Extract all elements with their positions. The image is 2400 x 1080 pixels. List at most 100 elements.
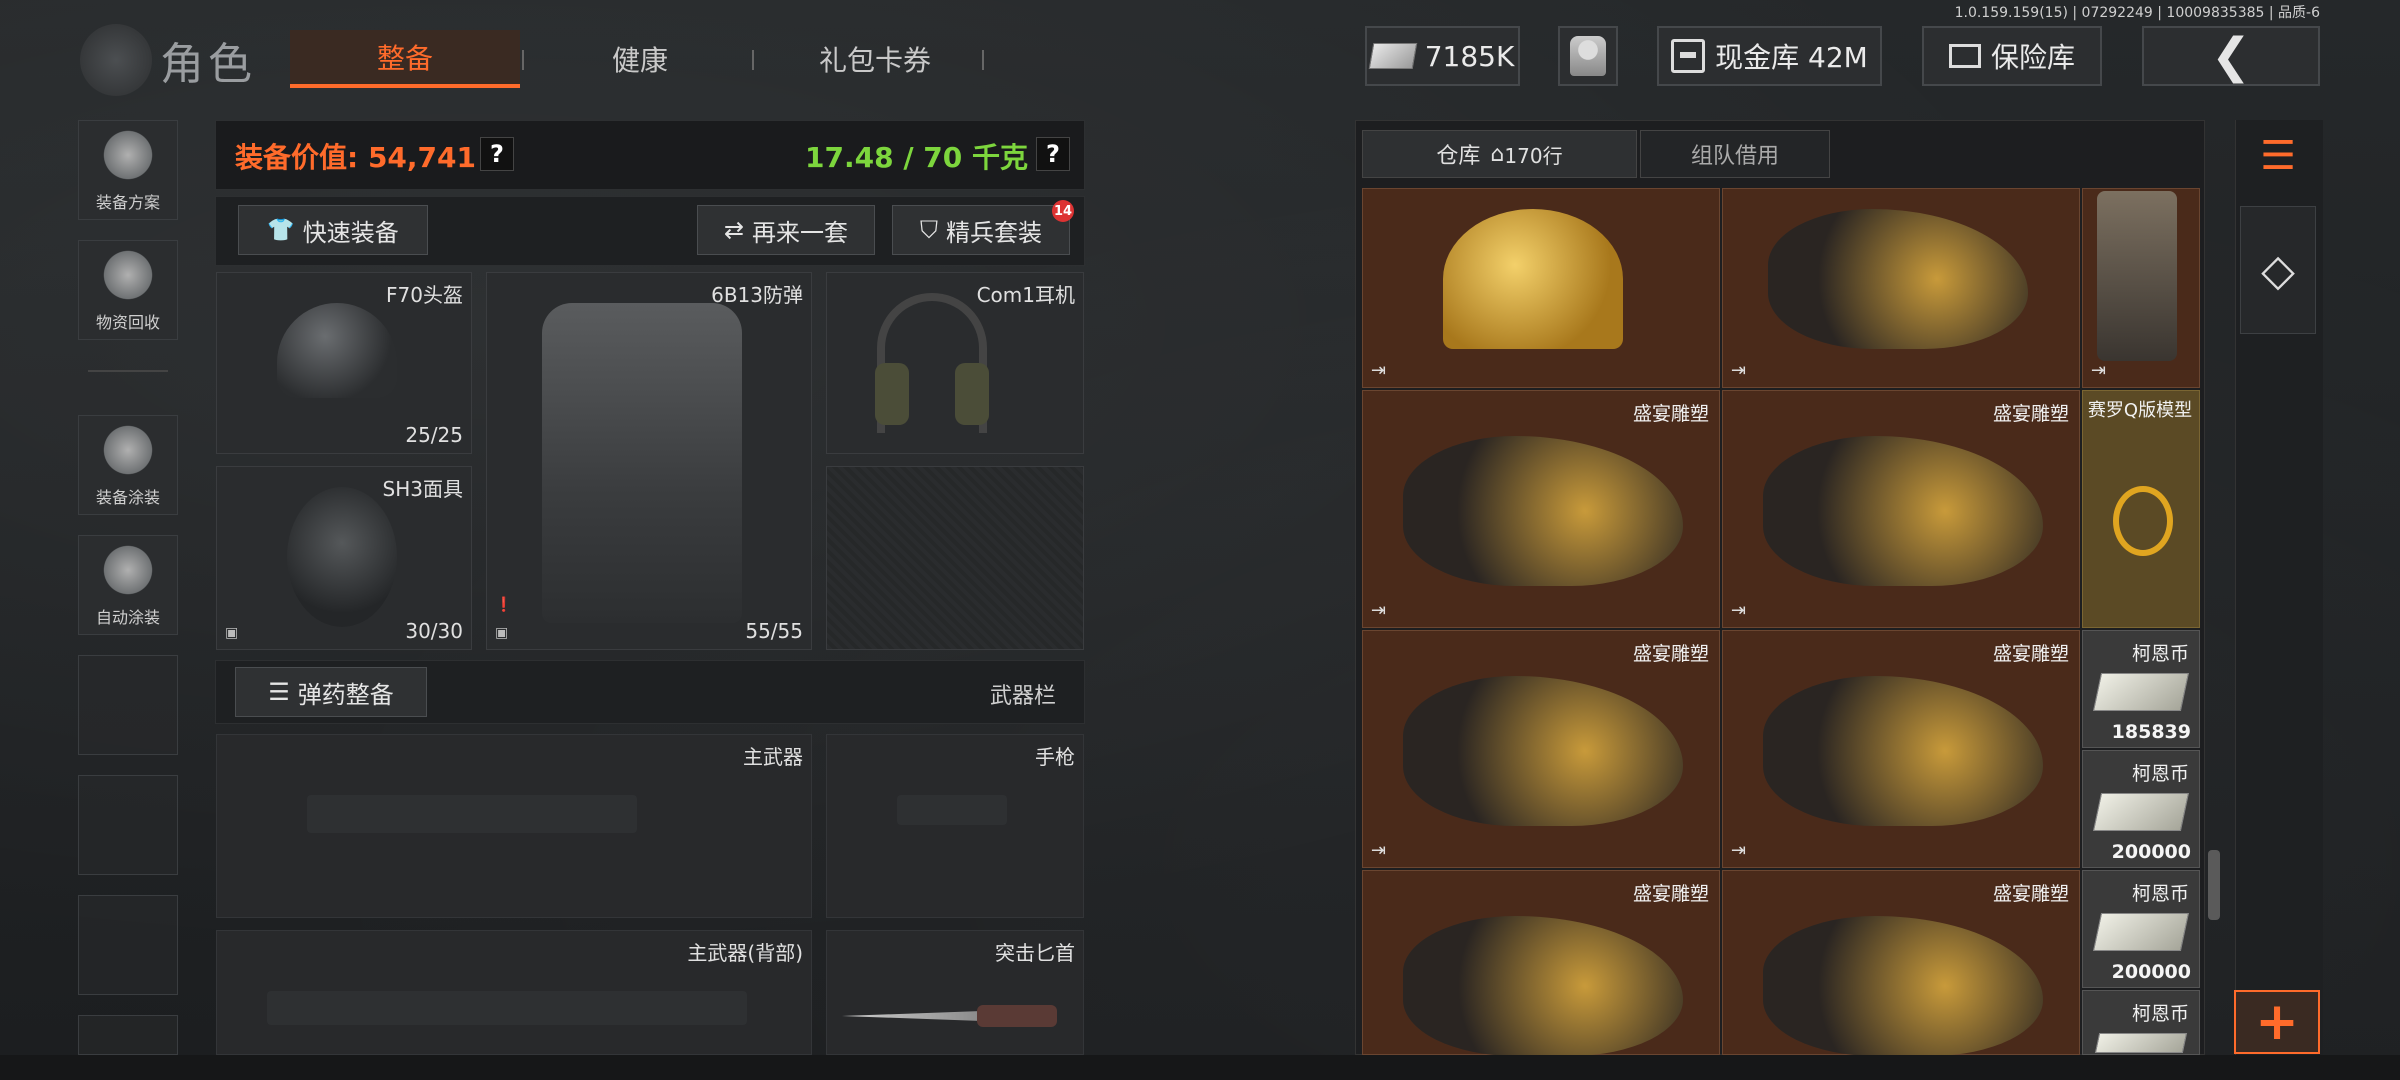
bottom-bar bbox=[0, 1055, 2400, 1080]
ammo-icon: ☰ bbox=[268, 678, 290, 706]
warehouse-item[interactable]: ⇥ bbox=[2082, 188, 2200, 388]
bust-statue-image bbox=[1763, 916, 2043, 1056]
loadout-icon bbox=[100, 127, 156, 183]
box-icon: ▣ bbox=[495, 625, 509, 641]
helmet-name: F70头盔 bbox=[386, 283, 463, 307]
warning-icon: ❗ bbox=[495, 597, 513, 613]
warehouse-item[interactable]: 盛宴雕塑 ⇥ bbox=[1722, 630, 2080, 868]
redo-set-button[interactable]: ⇄ 再来一套 bbox=[697, 205, 875, 255]
warehouse-item[interactable]: 柯恩币 200000 bbox=[2082, 870, 2200, 988]
auto-paint-icon bbox=[100, 542, 156, 598]
sidebar-empty-slot bbox=[78, 775, 178, 875]
item-amount: 185839 bbox=[2111, 721, 2191, 743]
tab-divider bbox=[982, 50, 984, 70]
item-title: 盛宴雕塑 bbox=[1992, 643, 2069, 665]
cash-vault-label: 现金库 42M bbox=[1715, 41, 1868, 74]
equipment-value: 装备价值: 54,741 bbox=[235, 141, 476, 174]
elite-set-button[interactable]: ⛉ 精兵套装 bbox=[892, 205, 1070, 255]
insurance-button[interactable]: 保险库 bbox=[1922, 26, 2102, 86]
elite-set-badge: 14 bbox=[1052, 200, 1074, 222]
rifle-silhouette-icon bbox=[267, 991, 747, 1025]
trader-icon bbox=[1570, 36, 1606, 76]
tab-health[interactable]: 健康 bbox=[530, 30, 750, 88]
tab-gift-cards[interactable]: 礼包卡券 bbox=[760, 30, 990, 88]
exit-icon: ⇥ bbox=[1731, 840, 1747, 861]
rifle-silhouette-icon bbox=[307, 795, 637, 833]
item-title: 盛宴雕塑 bbox=[1992, 403, 2069, 425]
trader-button[interactable] bbox=[1558, 26, 1618, 86]
warehouse-item[interactable]: 盛宴雕塑 ⇥ bbox=[1362, 390, 1720, 628]
item-amount: 200000 bbox=[2111, 961, 2191, 983]
warehouse-item[interactable]: 柯恩币 bbox=[2082, 990, 2200, 1055]
bust-statue-image bbox=[1403, 436, 1683, 586]
quick-equip-button[interactable]: 👕 快速装备 bbox=[238, 205, 428, 255]
item-title: 赛罗Q版模型 bbox=[2087, 400, 2193, 421]
mask-name: SH3面具 bbox=[382, 477, 463, 501]
sidebar-item-auto-paint[interactable]: 自动涂装 bbox=[78, 535, 178, 635]
cash-icon bbox=[1368, 43, 1417, 69]
primary-weapon-slot[interactable]: 主武器 bbox=[216, 734, 812, 918]
cash-stack-image bbox=[2092, 793, 2190, 831]
insurance-icon bbox=[1948, 44, 1981, 68]
earcup-left bbox=[875, 363, 909, 425]
knife-slot[interactable]: 突击匕首 bbox=[826, 930, 1084, 1055]
warehouse-item[interactable]: ⇥ bbox=[1722, 188, 2080, 388]
armor-image bbox=[542, 303, 742, 623]
warehouse-item[interactable]: 盛宴雕塑 bbox=[1362, 870, 1720, 1056]
weapon-bar-label: 武器栏 bbox=[990, 684, 1057, 709]
sidebar-item-loadout[interactable]: 装备方案 bbox=[78, 120, 178, 220]
armor-slot[interactable]: 6B13防弹 ❗ ▣ 55/55 bbox=[486, 272, 812, 650]
exit-icon: ⇥ bbox=[1371, 360, 1387, 381]
headset-slot[interactable]: Com1耳机 bbox=[826, 272, 1084, 454]
sidebar-item-label: 自动涂装 bbox=[95, 608, 160, 627]
layers-button[interactable]: ◇ bbox=[2240, 206, 2316, 334]
item-title: 柯恩币 bbox=[2131, 1003, 2189, 1025]
weight-help-button[interactable]: ? bbox=[1036, 137, 1070, 171]
warehouse-item[interactable]: 盛宴雕塑 ⇥ bbox=[1722, 390, 2080, 628]
warehouse-item[interactable]: ⇥ bbox=[1362, 188, 1720, 388]
warehouse-item[interactable]: 柯恩币 185839 bbox=[2082, 630, 2200, 748]
item-title: 柯恩币 bbox=[2131, 643, 2189, 665]
pistol-slot[interactable]: 手枪 bbox=[826, 734, 1084, 918]
cash-vault-button[interactable]: 现金库 42M bbox=[1657, 26, 1882, 86]
sidebar-item-paint[interactable]: 装备涂装 bbox=[78, 415, 178, 515]
redo-set-label: 再来一套 bbox=[752, 218, 849, 247]
warehouse-item[interactable]: 盛宴雕塑 ⇥ bbox=[1362, 630, 1720, 868]
sort-button[interactable]: ☰ bbox=[2240, 118, 2316, 194]
warehouse-item[interactable]: 柯恩币 200000 bbox=[2082, 750, 2200, 868]
sidebar-empty-slot bbox=[78, 895, 178, 995]
tab-warehouse[interactable]: 仓库 ⌂ 170行 bbox=[1362, 130, 1637, 178]
sidebar-item-label: 装备涂装 bbox=[95, 488, 160, 507]
exit-icon: ⇥ bbox=[1731, 360, 1747, 381]
helmet-slot[interactable]: F70头盔 25/25 bbox=[216, 272, 472, 454]
mask-slot[interactable]: SH3面具 ▣ 30/30 bbox=[216, 466, 472, 650]
exit-icon: ⇥ bbox=[1371, 840, 1387, 861]
earcup-right bbox=[955, 363, 989, 425]
emblem-icon bbox=[80, 24, 152, 96]
recycle-icon bbox=[100, 247, 156, 303]
tab-equip[interactable]: 整备 bbox=[290, 30, 520, 88]
add-button[interactable]: + bbox=[2234, 990, 2320, 1054]
sidebar-item-recycle[interactable]: 物资回收 bbox=[78, 240, 178, 340]
value-help-button[interactable]: ? bbox=[480, 137, 514, 171]
ammo-prep-button[interactable]: ☰ 弹药整备 bbox=[235, 667, 427, 717]
pistol-label: 手枪 bbox=[1035, 745, 1075, 769]
home-icon: ⌂ bbox=[1490, 141, 1505, 167]
back-arrow-icon: ❮ bbox=[2210, 28, 2252, 84]
warehouse-tab-label: 仓库 bbox=[1436, 144, 1481, 169]
warehouse-scrollbar[interactable] bbox=[2208, 850, 2220, 920]
item-title: 盛宴雕塑 bbox=[1632, 403, 1709, 425]
money-amount: 7185K bbox=[1424, 39, 1515, 73]
equipment-weight: 17.48 / 70 千克 bbox=[805, 141, 1029, 174]
warehouse-item[interactable]: 盛宴雕塑 bbox=[1722, 870, 2080, 1056]
box-icon: ▣ bbox=[225, 625, 239, 641]
headset-name: Com1耳机 bbox=[976, 283, 1075, 307]
back-weapon-slot[interactable]: 主武器(背部) bbox=[216, 930, 812, 1055]
tab-team-borrow[interactable]: 组队借用 bbox=[1640, 130, 1830, 178]
back-button[interactable]: ❮ bbox=[2142, 26, 2320, 86]
money-display[interactable]: 7185K bbox=[1365, 26, 1520, 86]
back-weapon-label: 主武器(背部) bbox=[687, 941, 803, 965]
warehouse-item[interactable]: 赛罗Q版模型 bbox=[2082, 390, 2200, 628]
item-title: 盛宴雕塑 bbox=[1632, 643, 1709, 665]
empty-equipment-slot[interactable] bbox=[826, 466, 1084, 650]
